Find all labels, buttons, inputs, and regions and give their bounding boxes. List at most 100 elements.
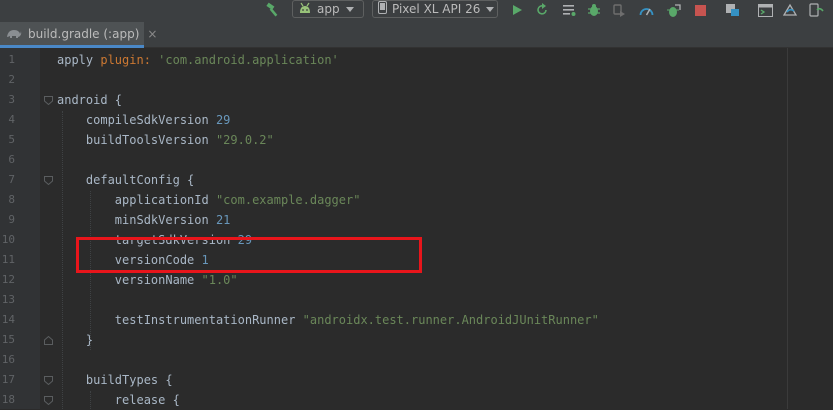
fold-close-icon[interactable] (44, 336, 53, 345)
fold-open-icon[interactable] (44, 176, 53, 185)
code-token: buildToolsVersion (57, 133, 216, 147)
code-editor[interactable]: apply plugin: 'com.android.application' a… (40, 48, 833, 409)
line-number: 11 (1, 253, 15, 266)
code-line: apply plugin: 'com.android.application' (57, 50, 339, 70)
line-number: 13 (1, 293, 15, 306)
gutter-line[interactable]: 15 (0, 330, 40, 350)
gutter-line[interactable]: 14 (0, 310, 40, 330)
run-config-label: app (317, 2, 340, 16)
code-token: 'com.android.application' (158, 53, 339, 67)
sync-icon[interactable] (722, 0, 742, 20)
code-line: defaultConfig { (57, 170, 194, 190)
fold-open-icon[interactable] (44, 376, 53, 385)
code-token: 29 (215, 113, 231, 127)
chevron-down-icon (345, 2, 354, 16)
device-icon (378, 1, 387, 17)
close-icon[interactable]: × (147, 27, 157, 41)
terminal-icon[interactable] (755, 0, 775, 20)
gutter-line[interactable]: 2 (0, 70, 40, 90)
gutter-line[interactable]: 8 (0, 190, 40, 210)
annotation-highlight-box (76, 237, 422, 273)
chevron-down-icon (486, 2, 495, 16)
gutter-line[interactable]: 5 (0, 130, 40, 150)
code-token: compileSdkVersion (57, 113, 216, 127)
code-line: minSdkVersion 21 (57, 210, 231, 230)
line-number: 5 (8, 133, 15, 146)
code-line: buildTypes { (57, 370, 173, 390)
code-line: release { (57, 390, 180, 409)
code-line: android { (57, 90, 122, 110)
gutter-line[interactable]: 17 (0, 370, 40, 390)
code-line: applicationId "com.example.dagger" (57, 190, 361, 210)
line-number: 4 (8, 113, 15, 126)
code-token: plugin: (93, 53, 159, 67)
code-token: versionName (57, 273, 202, 287)
gradle-icon (6, 28, 22, 39)
profile-icon[interactable] (636, 0, 656, 20)
avd-manager-icon[interactable] (806, 0, 826, 20)
hammer-icon[interactable] (262, 0, 284, 20)
line-number: 3 (8, 93, 15, 106)
line-number: 9 (8, 213, 15, 226)
run-config-dropdown[interactable]: app (292, 0, 364, 18)
line-number-gutter: 1 2 3 4 5 6 7 8 9 10 11 12 13 14 15 16 17 18 (0, 48, 40, 409)
code-token: "1.0" (201, 273, 238, 287)
code-line: versionName "1.0" (57, 270, 238, 290)
gutter-line[interactable]: 12 (0, 270, 40, 290)
gutter-line[interactable]: 1 (0, 50, 40, 70)
gutter-line[interactable]: 4 (0, 110, 40, 130)
line-number: 6 (8, 153, 15, 166)
rerun-icon[interactable] (532, 0, 552, 20)
gutter-line[interactable]: 7 (0, 170, 40, 190)
coverage-icon[interactable] (559, 0, 579, 20)
code-token: } (57, 333, 94, 347)
line-number: 10 (1, 233, 15, 246)
stop-icon[interactable] (690, 0, 710, 20)
line-number: 7 (8, 173, 15, 186)
line-number: 12 (1, 273, 15, 286)
fold-open-icon[interactable] (44, 396, 53, 405)
line-number: 16 (1, 353, 15, 366)
gutter-line[interactable]: 3 (0, 90, 40, 110)
line-number: 18 (1, 393, 15, 406)
gutter-line[interactable]: 9 (0, 210, 40, 230)
attach-debugger-icon[interactable] (609, 0, 629, 20)
gutter-line[interactable]: 6 (0, 150, 40, 170)
code-token: applicationId (57, 193, 216, 207)
line-number: 8 (8, 193, 15, 206)
line-number: 1 (8, 53, 15, 66)
apply-changes-icon[interactable] (662, 0, 684, 20)
fold-open-icon[interactable] (44, 96, 53, 105)
code-token: testInstrumentationRunner (57, 313, 303, 327)
run-icon[interactable] (507, 0, 527, 20)
tab-label: build.gradle (:app) (28, 26, 140, 41)
debug-icon[interactable] (584, 0, 604, 20)
device-label: Pixel XL API 26 (392, 2, 481, 16)
line-number: 15 (1, 333, 15, 346)
device-dropdown[interactable]: Pixel XL API 26 (372, 0, 498, 18)
gutter-line[interactable]: 16 (0, 350, 40, 370)
code-line: testInstrumentationRunner "androidx.test… (57, 310, 599, 330)
right-margin-guide (787, 48, 788, 409)
sdk-manager-icon[interactable] (780, 0, 800, 20)
code-token: android { (57, 93, 123, 107)
main-toolbar: app Pixel XL API 26 (0, 0, 833, 22)
code-line: } (57, 330, 93, 350)
gutter-line[interactable]: 10 (0, 230, 40, 250)
code-token: apply (57, 53, 94, 67)
code-line: compileSdkVersion 29 (57, 110, 231, 130)
code-token: release { (57, 393, 180, 407)
code-token: "29.0.2" (215, 133, 274, 147)
code-token: "androidx.test.runner.AndroidJUnitRunner… (302, 313, 599, 327)
code-token: minSdkVersion (57, 213, 216, 227)
gutter-line[interactable]: 13 (0, 290, 40, 310)
tab-build-gradle-app[interactable]: build.gradle (:app) × (0, 22, 157, 48)
code-token: "com.example.dagger" (215, 193, 361, 207)
gutter-line[interactable]: 18 (0, 390, 40, 410)
code-token: buildTypes { (57, 373, 173, 387)
code-token: 21 (215, 213, 231, 227)
gutter-line[interactable]: 11 (0, 250, 40, 270)
editor-tabs: build.gradle (:app) × (0, 22, 833, 48)
code-line: buildToolsVersion "29.0.2" (57, 130, 274, 150)
code-token: defaultConfig { (57, 173, 195, 187)
